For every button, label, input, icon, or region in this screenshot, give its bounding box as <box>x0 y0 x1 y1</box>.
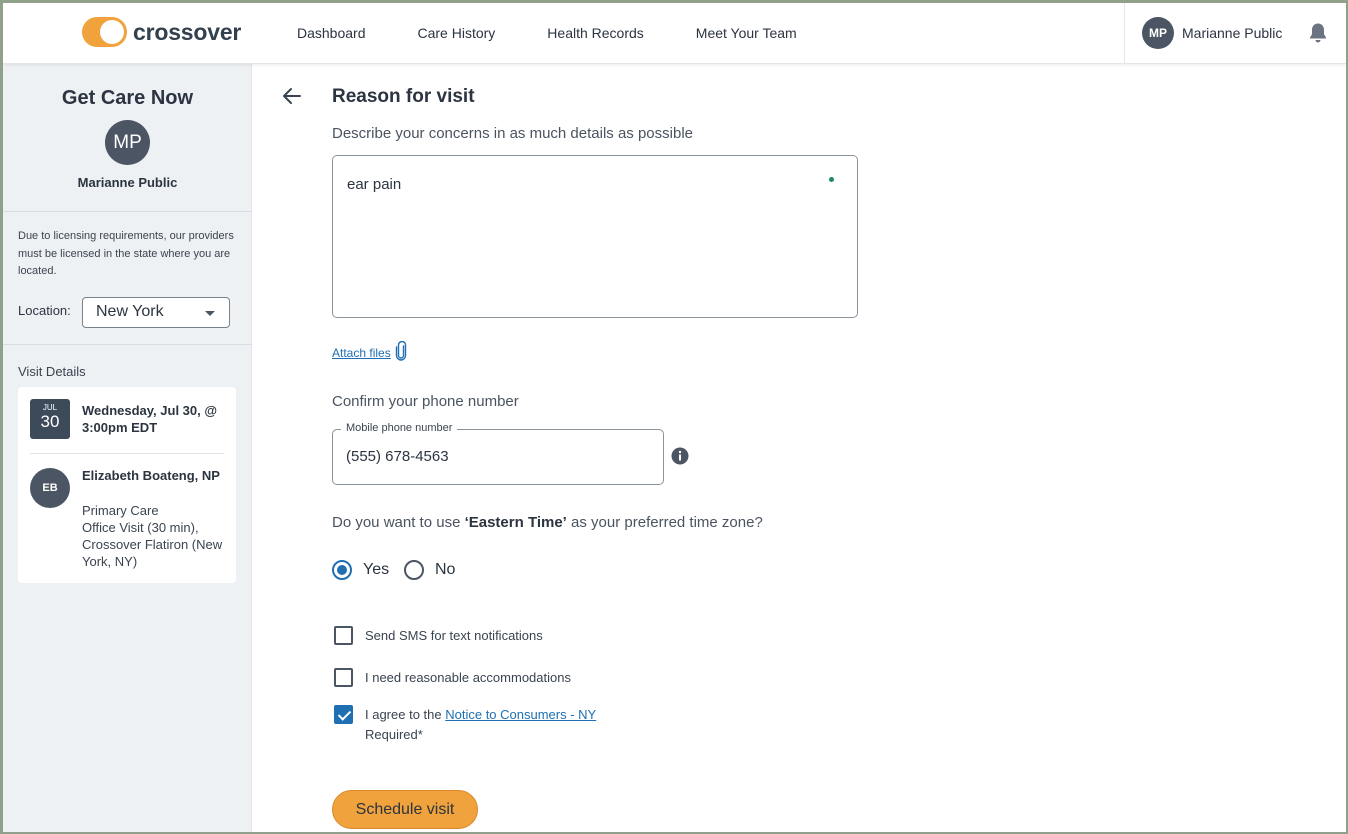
schedule-visit-button[interactable]: Schedule visit <box>332 790 478 829</box>
location-label: Location: <box>18 303 71 318</box>
attach-files-label: Attach files <box>332 345 391 360</box>
main-nav: Dashboard Care History Health Records Me… <box>297 25 849 41</box>
tz-no-radio[interactable]: No <box>404 560 455 580</box>
phone-prompt: Confirm your phone number <box>332 393 519 410</box>
app-window: crossover Dashboard Care History Health … <box>3 3 1346 832</box>
divider <box>30 453 224 454</box>
crossover-logo[interactable]: crossover <box>82 17 241 47</box>
nav-meet-your-team[interactable]: Meet Your Team <box>696 25 797 41</box>
provider-name: Elizabeth Boateng, NP <box>82 468 220 483</box>
phone-value: (555) 678-4563 <box>346 448 449 465</box>
top-nav: crossover Dashboard Care History Health … <box>3 3 1346 64</box>
divider <box>3 211 252 212</box>
visit-card: JUL 30 Wednesday, Jul 30, @ 3:00pm EDT E… <box>18 387 236 583</box>
radio-label: Yes <box>363 561 390 578</box>
licensing-note: Due to licensing requirements, our provi… <box>18 230 234 277</box>
checkbox-unchecked-icon <box>334 626 353 645</box>
date-day: 30 <box>40 412 60 431</box>
sidebar-title: Get Care Now <box>61 87 194 109</box>
checkbox-label: I need reasonable accommodations <box>365 670 571 685</box>
location-value: New York <box>96 303 164 320</box>
caret-down-icon <box>205 311 215 316</box>
radio-label: No <box>435 561 456 578</box>
paperclip-icon <box>395 340 407 364</box>
reason-textarea[interactable]: ear pain <box>332 155 858 318</box>
sms-checkbox[interactable]: Send SMS for text notifications <box>334 626 543 645</box>
page-title: Reason for visit <box>332 86 475 107</box>
info-icon[interactable] <box>671 447 689 470</box>
tz-question-text: Do you want to use <box>332 514 465 531</box>
attach-files-link[interactable]: Attach files <box>332 340 407 364</box>
nav-health-records[interactable]: Health Records <box>547 25 644 41</box>
radio-unselected-icon <box>404 560 424 580</box>
accommodations-checkbox[interactable]: I need reasonable accommodations <box>334 668 571 687</box>
provider-avatar: EB <box>30 468 70 508</box>
divider <box>3 344 252 345</box>
visit-type: Primary Care <box>82 503 159 518</box>
patient-avatar: MP <box>105 120 150 165</box>
tz-question-text: as your preferred time zone? <box>566 514 763 531</box>
user-name: Marianne Public <box>1182 25 1283 41</box>
sidebar: Get Care Now MP Marianne Public Due to l… <box>3 64 252 832</box>
visit-datetime: Wednesday, Jul 30, @ 3:00pm EDT <box>82 403 218 435</box>
user-menu[interactable]: MP Marianne Public <box>1124 3 1346 63</box>
checkbox-label: I agree to the Notice to Consumers - NY <box>365 707 596 722</box>
checkbox-unchecked-icon <box>334 668 353 687</box>
page-subtitle: Describe your concerns in as much detail… <box>332 125 694 142</box>
visit-mode: Office Visit (30 min), <box>82 520 199 535</box>
phone-input[interactable]: Mobile phone number (555) 678-4563 <box>332 422 664 485</box>
provider-details: Primary Care Office Visit (30 min), Cros… <box>82 502 232 570</box>
phone-field-label: Mobile phone number <box>341 422 458 434</box>
nav-dashboard[interactable]: Dashboard <box>297 25 366 41</box>
tz-yes-radio[interactable]: Yes <box>332 560 389 580</box>
visit-details-label: Visit Details <box>18 364 86 379</box>
radio-selected-icon <box>332 560 352 580</box>
date-badge: JUL 30 <box>30 399 70 439</box>
agree-checkbox[interactable]: I agree to the Notice to Consumers - NY <box>334 705 596 724</box>
date-month: JUL <box>42 403 58 412</box>
status-dot-icon <box>829 177 834 182</box>
logo-toggle-icon <box>82 17 127 47</box>
tz-name: ‘Eastern Time’ <box>464 514 567 531</box>
agree-text: I agree to the <box>365 707 446 722</box>
avatar: MP <box>1142 17 1174 49</box>
reason-text: ear pain <box>347 176 402 193</box>
patient-name: Marianne Public <box>77 175 178 190</box>
visit-location: Crossover Flatiron (New York, NY) <box>82 537 223 569</box>
required-note: Required* <box>365 727 423 742</box>
checkbox-label: Send SMS for text notifications <box>365 628 543 643</box>
notice-to-consumers-link[interactable]: Notice to Consumers - NY <box>445 707 596 722</box>
location-select[interactable]: New York <box>82 297 230 328</box>
bell-icon[interactable] <box>1308 22 1328 49</box>
nav-care-history[interactable]: Care History <box>418 25 496 41</box>
checkbox-checked-icon <box>334 705 353 724</box>
back-arrow-icon[interactable] <box>282 87 302 110</box>
logo-text: crossover <box>133 18 242 45</box>
timezone-question: Do you want to use ‘Eastern Time’ as you… <box>332 514 763 531</box>
